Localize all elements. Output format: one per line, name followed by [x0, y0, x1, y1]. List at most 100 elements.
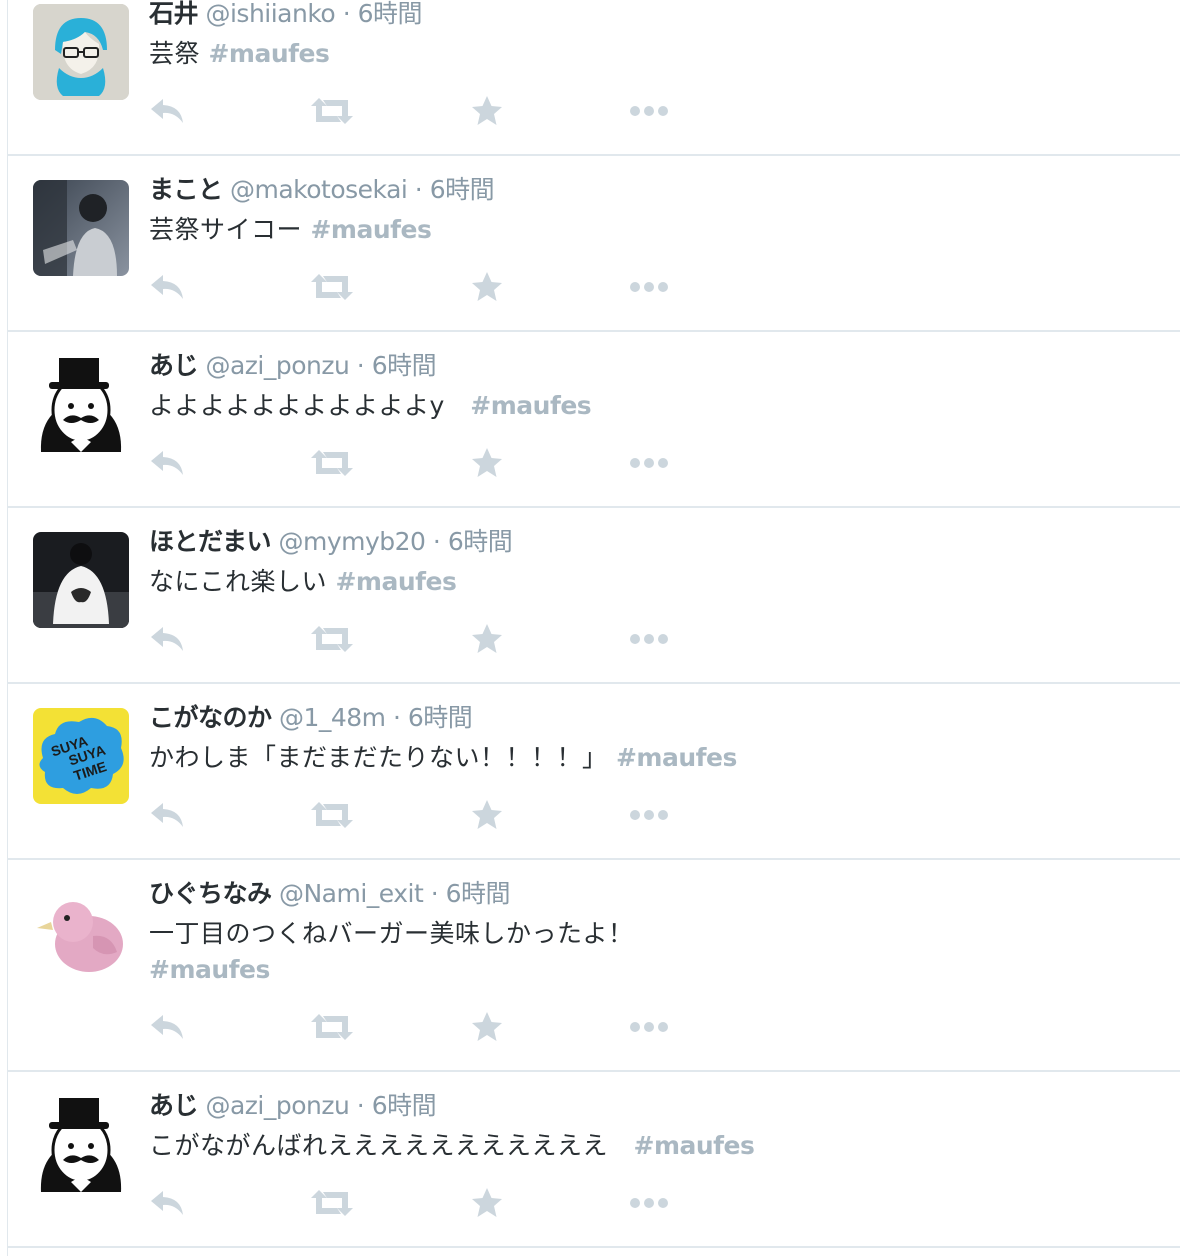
user-handle[interactable]: @azi_ponzu	[205, 351, 349, 380]
reply-button[interactable]	[149, 91, 185, 131]
tweet: あじ @azi_ponzu · 6時間 よよよよよよよよよよよy #maufes	[8, 332, 1180, 508]
hashtag-link[interactable]: #maufes	[149, 952, 849, 988]
tweet-text-content: なにこれ楽しい	[149, 567, 336, 596]
photo-person-icon	[33, 180, 129, 276]
more-button[interactable]	[629, 795, 669, 835]
reply-button[interactable]	[149, 619, 185, 659]
more-button[interactable]	[629, 1183, 669, 1223]
reply-icon	[151, 99, 183, 123]
retweet-button[interactable]	[311, 91, 353, 131]
retweet-button[interactable]	[311, 1183, 353, 1223]
top-hat-mustache-icon	[33, 1096, 129, 1192]
tweet: まこと @makotosekai · 6時間 芸祭サイコー #maufes	[8, 156, 1180, 332]
more-icon	[630, 282, 668, 292]
timestamp[interactable]: 6時間	[372, 1091, 437, 1120]
top-hat-mustache-icon	[33, 356, 129, 452]
tweet-text-content: 芸祭	[149, 39, 209, 68]
tweet-text: 芸祭 #maufes	[149, 36, 849, 72]
reply-icon	[151, 1191, 183, 1215]
timestamp[interactable]: 6時間	[372, 351, 437, 380]
favorite-button[interactable]	[471, 443, 503, 483]
user-avatar[interactable]	[33, 180, 129, 276]
user-avatar[interactable]: SUYA SUYA TIME	[33, 708, 129, 804]
more-button[interactable]	[629, 1007, 669, 1047]
tweet-actions	[149, 1007, 709, 1047]
favorite-button[interactable]	[471, 1007, 503, 1047]
tweet-text: なにこれ楽しい #maufes	[149, 564, 849, 600]
more-button[interactable]	[629, 619, 669, 659]
timestamp[interactable]: 6時間	[358, 0, 423, 28]
separator-dot: ·	[432, 527, 441, 556]
reply-button[interactable]	[149, 443, 185, 483]
tweet-text: 芸祭サイコー #maufes	[149, 212, 849, 248]
retweet-button[interactable]	[311, 443, 353, 483]
tweet-actions	[149, 91, 709, 131]
user-handle[interactable]: @makotosekai	[230, 175, 408, 204]
retweet-icon	[311, 1014, 353, 1040]
reply-icon	[151, 1015, 183, 1039]
timestamp[interactable]: 6時間	[430, 175, 495, 204]
tweet-actions	[149, 795, 709, 835]
tweet-header: こがなのか @1_48m · 6時間	[149, 703, 473, 733]
favorite-button[interactable]	[471, 267, 503, 307]
user-name[interactable]: あじ	[149, 351, 199, 380]
reply-button[interactable]	[149, 1183, 185, 1223]
tweet: SUYA SUYA TIME こがなのか @1_48m · 6時間 かわしま「ま…	[8, 684, 1180, 860]
reply-icon	[151, 803, 183, 827]
tweet-text: 一丁目のつくねバーガー美味しかったよ！ #maufes	[149, 916, 849, 988]
more-button[interactable]	[629, 91, 669, 131]
retweet-button[interactable]	[311, 267, 353, 307]
user-handle[interactable]: @1_48m	[279, 703, 386, 732]
user-handle[interactable]: @azi_ponzu	[205, 1091, 349, 1120]
tweet-actions	[149, 1183, 709, 1223]
user-handle[interactable]: @Nami_exit	[279, 879, 424, 908]
user-handle[interactable]: @mymyb20	[278, 527, 425, 556]
tweet-text-content: こがながんばれえええええええええええ	[149, 1131, 634, 1160]
favorite-button[interactable]	[471, 1183, 503, 1223]
reply-button[interactable]	[149, 267, 185, 307]
more-button[interactable]	[629, 443, 669, 483]
retweet-button[interactable]	[311, 1007, 353, 1047]
retweet-button[interactable]	[311, 619, 353, 659]
user-avatar[interactable]	[33, 1096, 129, 1192]
retweet-icon	[311, 802, 353, 828]
hashtag-link[interactable]: #maufes	[208, 39, 329, 68]
user-avatar[interactable]	[33, 884, 129, 980]
timestamp[interactable]: 6時間	[448, 527, 513, 556]
tweet: ひぐちなみ @Nami_exit · 6時間 一丁目のつくねバーガー美味しかった…	[8, 860, 1180, 1072]
user-name[interactable]: 石井	[149, 0, 199, 28]
hashtag-link[interactable]: #maufes	[335, 567, 456, 596]
hashtag-link[interactable]: #maufes	[634, 1131, 755, 1160]
more-button[interactable]	[629, 267, 669, 307]
reply-button[interactable]	[149, 1007, 185, 1047]
favorite-button[interactable]	[471, 619, 503, 659]
user-handle[interactable]: @ishiianko	[205, 0, 335, 28]
star-icon	[472, 1012, 502, 1041]
hashtag-link[interactable]: #maufes	[470, 391, 591, 420]
hashtag-link[interactable]: #maufes	[310, 215, 431, 244]
favorite-button[interactable]	[471, 795, 503, 835]
user-name[interactable]: あじ	[149, 1091, 199, 1120]
user-avatar[interactable]	[33, 356, 129, 452]
timestamp[interactable]: 6時間	[446, 879, 511, 908]
user-name[interactable]: まこと	[149, 175, 223, 204]
hashtag-link[interactable]: #maufes	[616, 743, 737, 772]
tweet-text-content: 芸祭サイコー	[149, 215, 311, 244]
retweet-button[interactable]	[311, 795, 353, 835]
photo-white-shirt-icon	[33, 532, 129, 628]
user-name[interactable]: ほとだまい	[149, 527, 272, 556]
star-icon	[472, 1188, 502, 1217]
star-icon	[472, 800, 502, 829]
timestamp[interactable]: 6時間	[408, 703, 473, 732]
user-avatar[interactable]	[33, 4, 129, 100]
reply-button[interactable]	[149, 795, 185, 835]
tweet-actions	[149, 267, 709, 307]
tweet-text: かわしま「まだまだたりない！！！！」 #maufes	[149, 740, 869, 776]
tweet-text: よよよよよよよよよよよy #maufes	[149, 388, 849, 424]
user-avatar[interactable]	[33, 532, 129, 628]
more-icon	[630, 810, 668, 820]
favorite-button[interactable]	[471, 91, 503, 131]
reply-icon	[151, 627, 183, 651]
user-name[interactable]: ひぐちなみ	[149, 879, 272, 908]
user-name[interactable]: こがなのか	[149, 703, 272, 732]
